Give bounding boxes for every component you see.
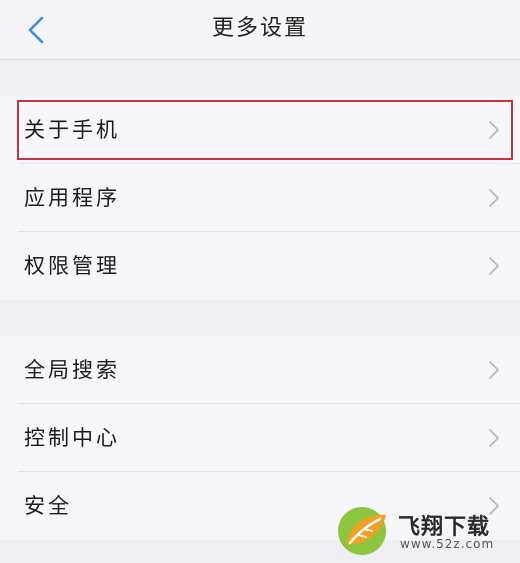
settings-item-label: 控制中心 [24, 426, 120, 450]
settings-item-about-phone[interactable]: 关于手机 [0, 96, 520, 164]
settings-item-permissions[interactable]: 权限管理 [0, 232, 520, 300]
settings-item-label: 权限管理 [24, 254, 120, 278]
settings-item-label: 应用程序 [24, 186, 120, 210]
settings-item-control-center[interactable]: 控制中心 [0, 404, 520, 472]
chevron-right-icon [489, 121, 499, 139]
settings-group-1: 关于手机 应用程序 权限管理 [0, 96, 520, 300]
leaf-logo-icon [338, 507, 386, 555]
chevron-right-icon [489, 429, 499, 447]
settings-item-label: 关于手机 [24, 118, 120, 142]
settings-item-label: 安全 [24, 494, 72, 518]
chevron-right-icon [489, 257, 499, 275]
watermark-url: www.52z.com [400, 537, 495, 551]
nav-bar: 更多设置 [0, 0, 520, 60]
settings-item-global-search[interactable]: 全局搜索 [0, 336, 520, 404]
watermark-logo: 飞翔下载 www.52z.com [336, 505, 512, 557]
page-title: 更多设置 [211, 16, 308, 41]
chevron-right-icon [489, 189, 499, 207]
chevron-right-icon [489, 361, 499, 379]
settings-item-applications[interactable]: 应用程序 [0, 164, 520, 232]
settings-item-label: 全局搜索 [24, 358, 120, 382]
